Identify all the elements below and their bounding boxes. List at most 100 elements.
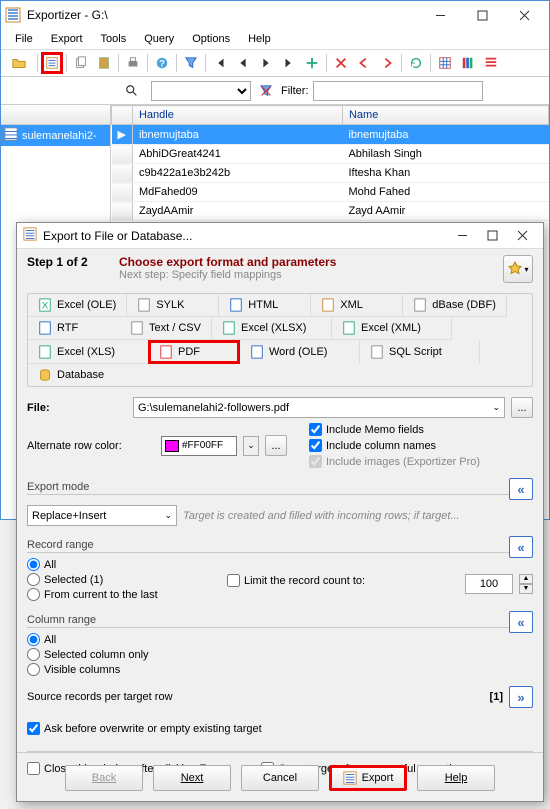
chevron-down-icon[interactable]: ⌄ (243, 436, 259, 456)
source-records-label: Source records per target row (27, 691, 490, 703)
column-range-expand-button[interactable]: « (509, 611, 533, 633)
menu-file[interactable]: File (7, 31, 41, 47)
next-button[interactable]: Next (153, 765, 231, 791)
table-row[interactable]: ▶ibnemujtabaibnemujtaba (112, 125, 549, 145)
include-columns-checkbox[interactable]: Include column names (309, 439, 533, 452)
tab-database[interactable]: Database (28, 364, 148, 386)
source-records-expand-button[interactable]: » (509, 686, 533, 708)
refresh-button[interactable] (405, 52, 427, 74)
record-range-expand-button[interactable]: « (509, 536, 533, 558)
cancel-button[interactable]: Cancel (241, 765, 319, 791)
export-mode-label: Export mode (27, 481, 509, 495)
tab-word[interactable]: Word (OLE) (240, 340, 360, 364)
tab-html[interactable]: HTML (219, 294, 311, 317)
tab-pdf[interactable]: PDF (148, 340, 240, 364)
copy-button[interactable] (70, 52, 92, 74)
browse-file-button[interactable]: ... (511, 397, 533, 418)
paste-button[interactable] (93, 52, 115, 74)
color-swatch (165, 440, 179, 452)
list-icon[interactable] (480, 52, 502, 74)
cr-visible-radio[interactable]: Visible columns (27, 663, 533, 676)
export-mode-select[interactable]: Replace+Insert⌄ (27, 505, 177, 526)
filter-column-select[interactable] (151, 81, 251, 101)
maximize-button[interactable] (461, 3, 503, 27)
cr-selected-radio[interactable]: Selected column only (27, 648, 533, 661)
col-name[interactable]: Name (342, 106, 548, 125)
rr-all-radio[interactable]: All (27, 558, 227, 571)
tab-xlsx[interactable]: Excel (XLSX) (212, 317, 332, 340)
delete-button[interactable] (330, 52, 352, 74)
sidebar-item[interactable]: sulemanelahi2- (1, 125, 110, 146)
tab-rtf[interactable]: RTF (28, 317, 120, 340)
altcolor-field[interactable]: #FF00FF (161, 436, 237, 456)
step-label: Step 1 of 2 (27, 255, 119, 269)
include-memo-checkbox[interactable]: Include Memo fields (309, 423, 533, 436)
tab-sql[interactable]: SQL Script (360, 340, 480, 364)
export-button[interactable]: Export (329, 765, 407, 791)
altcolor-more-button[interactable]: ... (265, 435, 287, 456)
prev-button[interactable] (232, 52, 254, 74)
menu-query[interactable]: Query (136, 31, 182, 47)
tab-xls[interactable]: Excel (XLS) (28, 340, 148, 364)
spinner-down-icon[interactable]: ▼ (519, 584, 533, 594)
first-button[interactable] (209, 52, 231, 74)
filter-input[interactable] (313, 81, 483, 101)
chevron-down-icon[interactable]: ⌄ (492, 402, 500, 413)
tab-sylk[interactable]: SYLK (127, 294, 219, 317)
toolbar: ? (1, 50, 549, 77)
limit-input[interactable] (465, 574, 513, 594)
query-button[interactable] (180, 52, 202, 74)
dialog-title: Export to File or Database... (43, 229, 447, 243)
tab-excel-xml[interactable]: Excel (XML) (332, 317, 452, 340)
export-dialog: Export to File or Database... Step 1 of … (16, 222, 544, 802)
back-button[interactable]: Back (65, 765, 143, 791)
next-button[interactable] (255, 52, 277, 74)
filter-view-button[interactable] (117, 80, 147, 102)
print-button[interactable] (122, 52, 144, 74)
redo-button[interactable] (376, 52, 398, 74)
limit-checkbox[interactable]: Limit the record count to: (227, 574, 365, 587)
grid-icon[interactable] (434, 52, 456, 74)
open-button[interactable] (4, 52, 34, 74)
data-grid[interactable]: Handle Name ▶ibnemujtabaibnemujtaba Abhi… (111, 105, 549, 221)
tab-dbase[interactable]: dBase (DBF) (403, 294, 507, 317)
dialog-close-button[interactable] (507, 224, 537, 248)
col-handle[interactable]: Handle (132, 106, 342, 125)
menu-tools[interactable]: Tools (93, 31, 135, 47)
export-mode-hint: Target is created and filled with incomi… (183, 510, 533, 522)
app-icon (5, 7, 21, 23)
minimize-button[interactable] (419, 3, 461, 27)
add-button[interactable] (301, 52, 323, 74)
file-value[interactable]: G:\sulemanelahi2-followers.pdf (138, 402, 289, 414)
tab-excel-ole[interactable]: XExcel (OLE) (28, 294, 127, 317)
table-row[interactable]: AbhiDGreat4241Abhilash Singh (112, 145, 549, 164)
menu-options[interactable]: Options (184, 31, 238, 47)
rr-current-radio[interactable]: From current to the last (27, 588, 227, 601)
filter-bar: Filter: (1, 77, 549, 105)
menu-help[interactable]: Help (240, 31, 279, 47)
filter-label: Filter: (281, 85, 309, 97)
export-mode-expand-button[interactable]: « (509, 478, 533, 500)
table-row[interactable]: c9b422a1e3b242bIftesha Khan (112, 164, 549, 183)
last-button[interactable] (278, 52, 300, 74)
help-button[interactable]: Help (417, 765, 495, 791)
favorites-button[interactable]: ▾ (503, 255, 533, 283)
tab-xml[interactable]: XML (311, 294, 403, 317)
table-icon (4, 127, 18, 144)
close-button[interactable] (503, 3, 545, 27)
table-row[interactable]: MdFahed09Mohd Fahed (112, 183, 549, 202)
tab-text-csv[interactable]: Text / CSV (120, 317, 212, 340)
ask-overwrite-checkbox[interactable]: Ask before overwrite or empty existing t… (27, 722, 533, 735)
undo-button[interactable] (353, 52, 375, 74)
columns-icon[interactable] (457, 52, 479, 74)
export-toolbar-button[interactable] (41, 52, 63, 74)
help-button[interactable]: ? (151, 52, 173, 74)
spinner-up-icon[interactable]: ▲ (519, 574, 533, 584)
dialog-minimize-button[interactable] (447, 224, 477, 248)
cr-all-radio[interactable]: All (27, 633, 533, 646)
rr-selected-radio[interactable]: Selected (1) (27, 573, 227, 586)
table-row[interactable]: ZaydAAmirZayd AAmir (112, 202, 549, 221)
menu-export[interactable]: Export (43, 31, 91, 47)
clear-filter-button[interactable] (255, 80, 277, 102)
dialog-maximize-button[interactable] (477, 224, 507, 248)
